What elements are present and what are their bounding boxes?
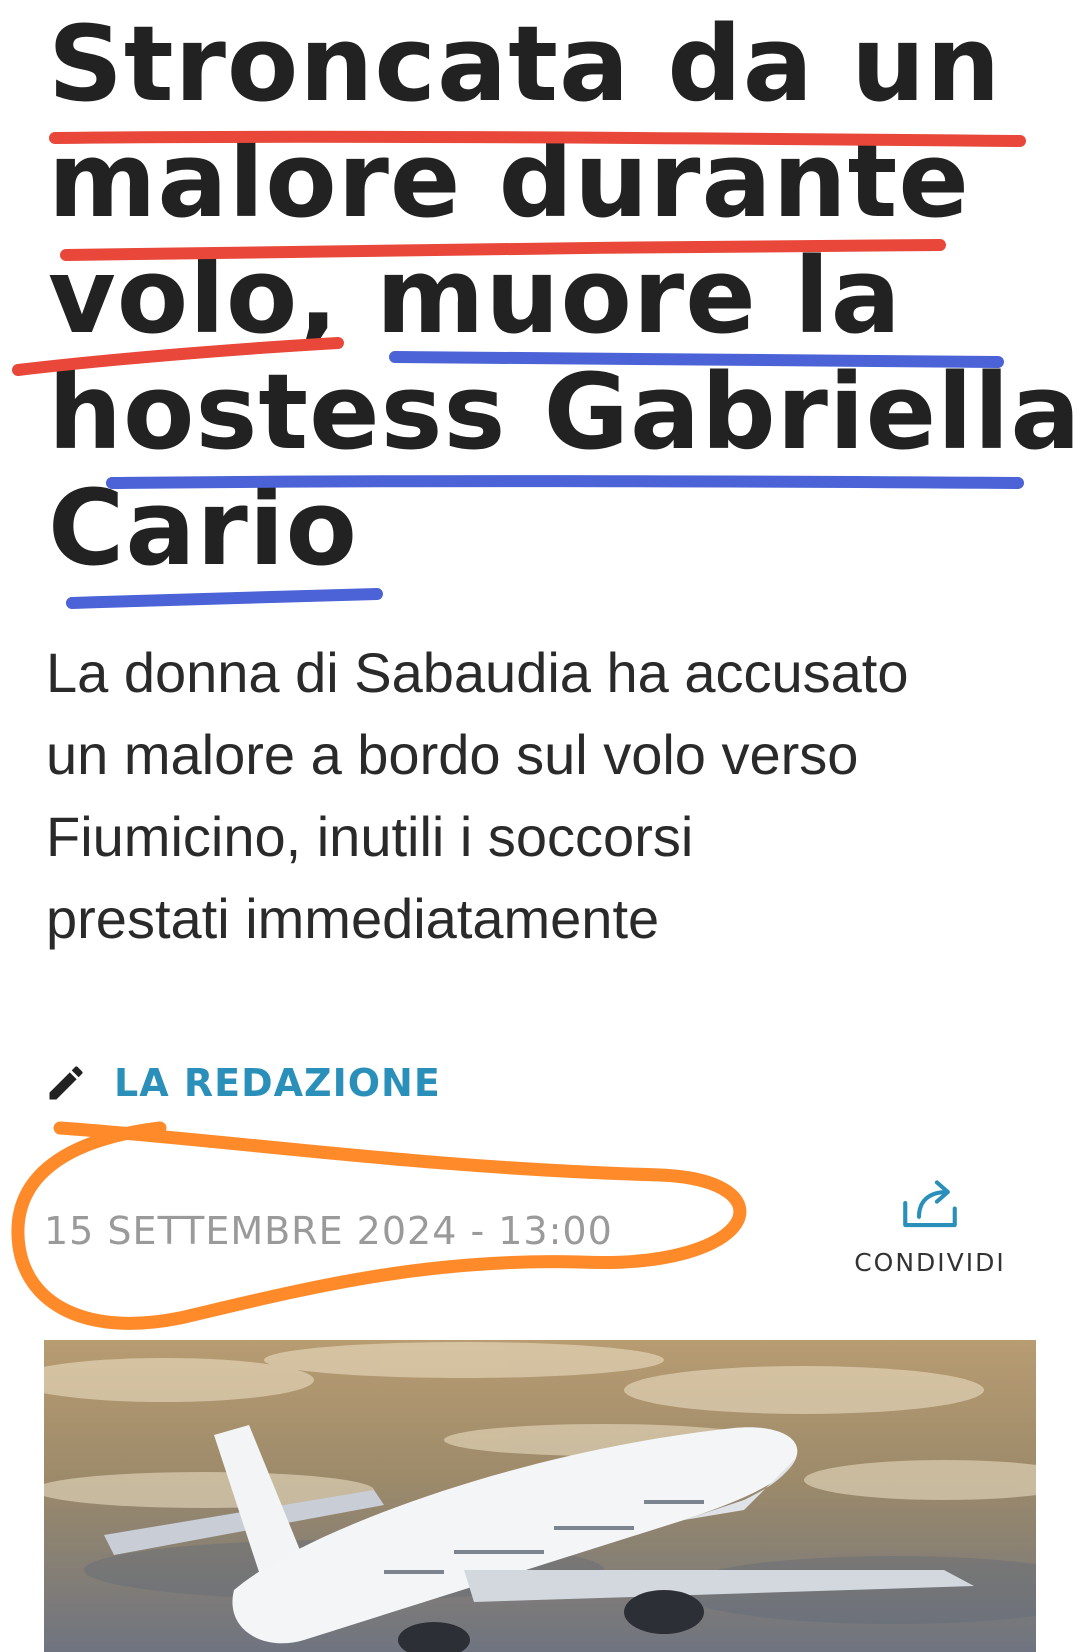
share-icon: [903, 1180, 957, 1228]
article-headline: Stroncata da un malore durante volo, muo…: [48, 3, 1080, 589]
headline-line-2: malore durante: [48, 119, 970, 241]
subtitle-line-1: La donna di Sabaudia ha accusato: [46, 641, 909, 704]
pencil-icon: [49, 1066, 83, 1100]
airplane-photo: [44, 1342, 1036, 1652]
author-byline: LA REDAZIONE: [44, 1058, 441, 1108]
subtitle-line-3: Fiumicino, inutili i soccorsi: [46, 805, 694, 868]
headline-line-4: hostess Gabriella: [48, 351, 1080, 473]
author-link[interactable]: LA REDAZIONE: [114, 1061, 441, 1105]
subtitle-line-4: prestati immediatamente: [46, 887, 660, 950]
blue-underline-3: [66, 588, 383, 609]
headline-line-3: volo, muore la: [48, 235, 902, 357]
headline-line-1: Stroncata da un: [48, 3, 1002, 125]
subtitle-line-2: un malore a bordo sul volo verso: [46, 723, 859, 786]
share-button[interactable]: CONDIVIDI: [840, 1170, 1020, 1277]
headline-line-5: Cario: [48, 467, 358, 589]
share-label: CONDIVIDI: [854, 1248, 1006, 1277]
publish-date: 15 SETTEMBRE 2024 - 13:00: [44, 1209, 613, 1253]
article-image: [44, 1340, 1036, 1652]
article-subtitle: La donna di Sabaudia ha accusato un malo…: [46, 632, 1056, 960]
